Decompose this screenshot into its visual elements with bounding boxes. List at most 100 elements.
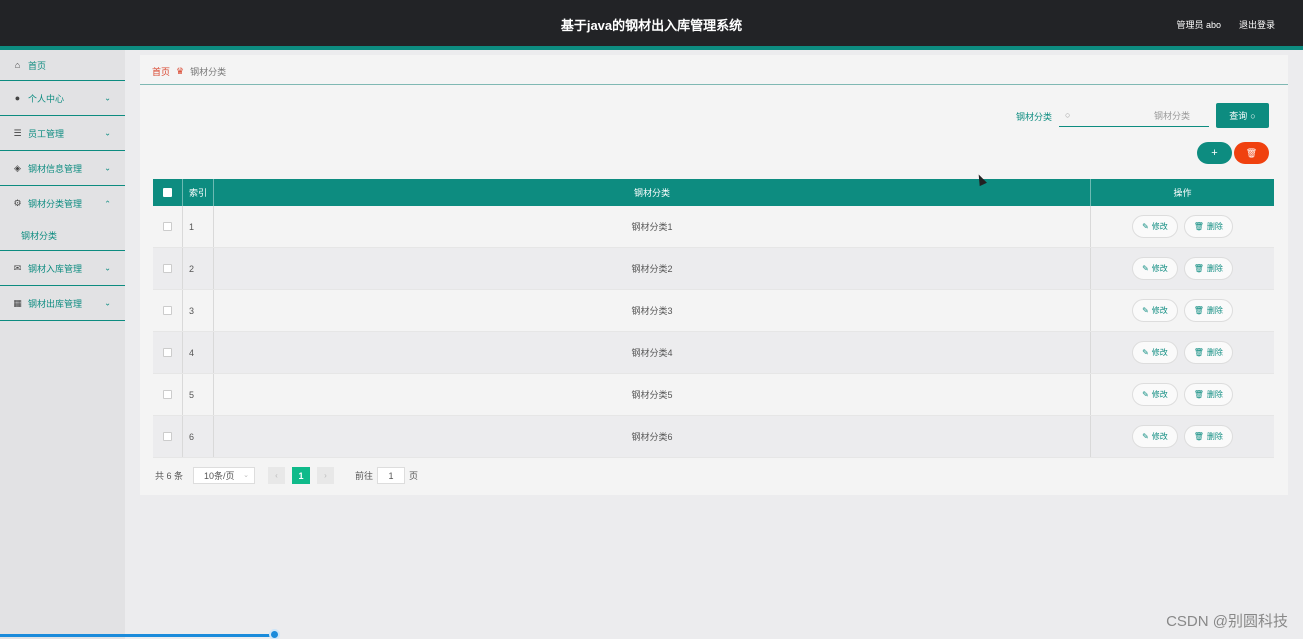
- chevron-down-icon: ⌄: [104, 163, 111, 173]
- delete-button[interactable]: 🗑 删除: [1183, 299, 1233, 322]
- edit-label: 修改: [1151, 306, 1168, 315]
- chevron-down-icon: ⌄: [104, 263, 111, 273]
- edit-button[interactable]: ✎ 修改: [1132, 341, 1178, 364]
- sidebar-item-staff[interactable]: ☰ 员工管理 ⌄: [0, 116, 125, 151]
- watermark: CSDN @别圆科技: [1166, 613, 1288, 630]
- row-index: 6: [183, 416, 214, 457]
- crown-icon: ♛: [176, 66, 185, 76]
- breadcrumb-divider: [140, 84, 1288, 85]
- page-size-select[interactable]: 10条/页 ⌄: [193, 467, 256, 484]
- delete-button[interactable]: 🗑 删除: [1183, 215, 1233, 238]
- app-title: 基于java的钢材出入库管理系统: [560, 18, 743, 33]
- chevron-down-icon: ⌄: [104, 298, 111, 308]
- edit-label: 修改: [1151, 390, 1168, 399]
- edit-button[interactable]: ✎ 修改: [1132, 383, 1178, 406]
- row-actions: ✎ 修改 🗑 删除: [1091, 290, 1274, 331]
- search-button[interactable]: 查询 ○: [1216, 103, 1269, 128]
- sidebar-subitem-steel-category[interactable]: 钢材分类: [0, 221, 125, 251]
- batch-delete-button[interactable]: 🗑: [1234, 142, 1269, 164]
- prev-page-button[interactable]: ‹: [268, 467, 286, 484]
- add-button[interactable]: +: [1197, 142, 1232, 164]
- table-row: 5 钢材分类5 ✎ 修改 🗑 删除: [153, 374, 1274, 416]
- row-checkbox-cell: [153, 206, 183, 247]
- search-input[interactable]: [1079, 107, 1204, 125]
- sidebar-item-profile[interactable]: ● 个人中心 ⌄: [0, 81, 125, 116]
- edit-button[interactable]: ✎ 修改: [1132, 299, 1178, 322]
- goto-prefix: 前往: [355, 471, 374, 481]
- pagination: 共 6 条 10条/页 ⌄ ‹ 1 › 前往 页: [155, 467, 418, 484]
- chevron-down-icon: ⌄: [104, 128, 111, 138]
- trash-icon: 🗑: [1193, 222, 1204, 231]
- sidebar-item-label: 首页: [28, 60, 47, 71]
- goto-page-input[interactable]: [377, 467, 406, 484]
- search-icon: ○: [1250, 110, 1256, 121]
- delete-button[interactable]: 🗑 删除: [1183, 257, 1233, 280]
- delete-label: 删除: [1206, 306, 1223, 315]
- select-all-checkbox[interactable]: [163, 188, 172, 197]
- sidebar-item-home[interactable]: ⌂ 首页: [0, 50, 125, 81]
- row-index: 1: [183, 206, 214, 247]
- home-icon: ⌂: [14, 60, 21, 70]
- page-number-current[interactable]: 1: [292, 467, 311, 484]
- logout-link[interactable]: 退出登录: [1239, 18, 1275, 31]
- column-header-actions: 操作: [1173, 188, 1192, 198]
- top-header: 基于java的钢材出入库管理系统 管理员 abo 退出登录: [0, 0, 1303, 46]
- delete-button[interactable]: 🗑 删除: [1183, 425, 1233, 448]
- breadcrumb-home[interactable]: 首页: [152, 65, 170, 78]
- trash-icon: 🗑: [1193, 390, 1204, 399]
- row-checkbox[interactable]: [163, 264, 172, 273]
- table-header: 索引 钢材分类 操作: [153, 179, 1274, 206]
- delete-button[interactable]: 🗑 删除: [1183, 341, 1233, 364]
- delete-button[interactable]: 🗑 删除: [1183, 383, 1233, 406]
- row-checkbox[interactable]: [163, 306, 172, 315]
- chevron-left-icon: ‹: [275, 471, 278, 480]
- sidebar-item-steel-category[interactable]: ⚙ 钢材分类管理 ⌃: [0, 186, 125, 221]
- edit-button[interactable]: ✎ 修改: [1132, 425, 1178, 448]
- column-header-index: 索引: [183, 179, 214, 206]
- edit-label: 修改: [1151, 432, 1168, 441]
- sidebar: ⌂ 首页 ● 个人中心 ⌄ ☰ 员工管理 ⌄ ◈ 钢材信息管理 ⌄ ⚙ 钢材分类…: [0, 50, 125, 639]
- row-checkbox-cell: [153, 248, 183, 289]
- row-checkbox[interactable]: [163, 390, 172, 399]
- settings-icon: ⚙: [13, 198, 22, 208]
- progress-knob[interactable]: [269, 629, 280, 639]
- search-field: ○: [1059, 105, 1209, 127]
- row-actions: ✎ 修改 🗑 删除: [1091, 374, 1274, 415]
- row-category-name: 钢材分类1: [214, 206, 1091, 247]
- sidebar-item-steel-inbound[interactable]: ✉ 钢材入库管理 ⌄: [0, 251, 125, 286]
- edit-label: 修改: [1151, 264, 1168, 273]
- trash-icon: 🗑: [1245, 147, 1258, 158]
- category-table: 索引 钢材分类 操作 1 钢材分类1 ✎ 修改 🗑 删除 2 钢材分类2 ✎ 修改 🗑 删除 3 钢材分类…: [153, 179, 1274, 458]
- current-user: 管理员 abo: [1176, 20, 1221, 30]
- delete-label: 删除: [1206, 390, 1223, 399]
- edit-icon: ✎: [1142, 306, 1149, 315]
- row-category-name: 钢材分类2: [214, 248, 1091, 289]
- table-row: 1 钢材分类1 ✎ 修改 🗑 删除: [153, 206, 1274, 248]
- edit-button[interactable]: ✎ 修改: [1132, 215, 1178, 238]
- row-checkbox-cell: [153, 374, 183, 415]
- shield-icon: ◈: [14, 162, 21, 173]
- sidebar-item-label: 员工管理: [28, 128, 65, 139]
- row-checkbox[interactable]: [163, 432, 172, 441]
- row-checkbox[interactable]: [163, 222, 172, 231]
- edit-button[interactable]: ✎ 修改: [1132, 257, 1178, 280]
- row-checkbox[interactable]: [163, 348, 172, 357]
- row-category-name: 钢材分类6: [214, 416, 1091, 457]
- trash-icon: 🗑: [1193, 264, 1204, 273]
- chevron-right-icon: ›: [324, 471, 327, 480]
- chevron-down-icon: ⌄: [243, 472, 250, 479]
- sidebar-item-label: 个人中心: [28, 93, 65, 104]
- goto-suffix: 页: [409, 471, 419, 481]
- breadcrumb: 首页 ♛ 钢材分类: [152, 65, 226, 78]
- sidebar-item-label: 钢材分类管理: [28, 199, 83, 209]
- delete-label: 删除: [1206, 348, 1223, 357]
- sidebar-item-label: 钢材信息管理: [28, 163, 83, 174]
- next-page-button[interactable]: ›: [317, 467, 335, 484]
- edit-label: 修改: [1151, 348, 1168, 357]
- sidebar-item-steel-info[interactable]: ◈ 钢材信息管理 ⌄: [0, 151, 125, 186]
- header-checkbox-cell: [153, 179, 183, 206]
- chevron-down-icon: ⌄: [104, 93, 111, 103]
- row-index: 3: [183, 290, 214, 331]
- sidebar-item-steel-outbound[interactable]: ▦ 钢材出库管理 ⌄: [0, 286, 125, 321]
- row-index: 2: [183, 248, 214, 289]
